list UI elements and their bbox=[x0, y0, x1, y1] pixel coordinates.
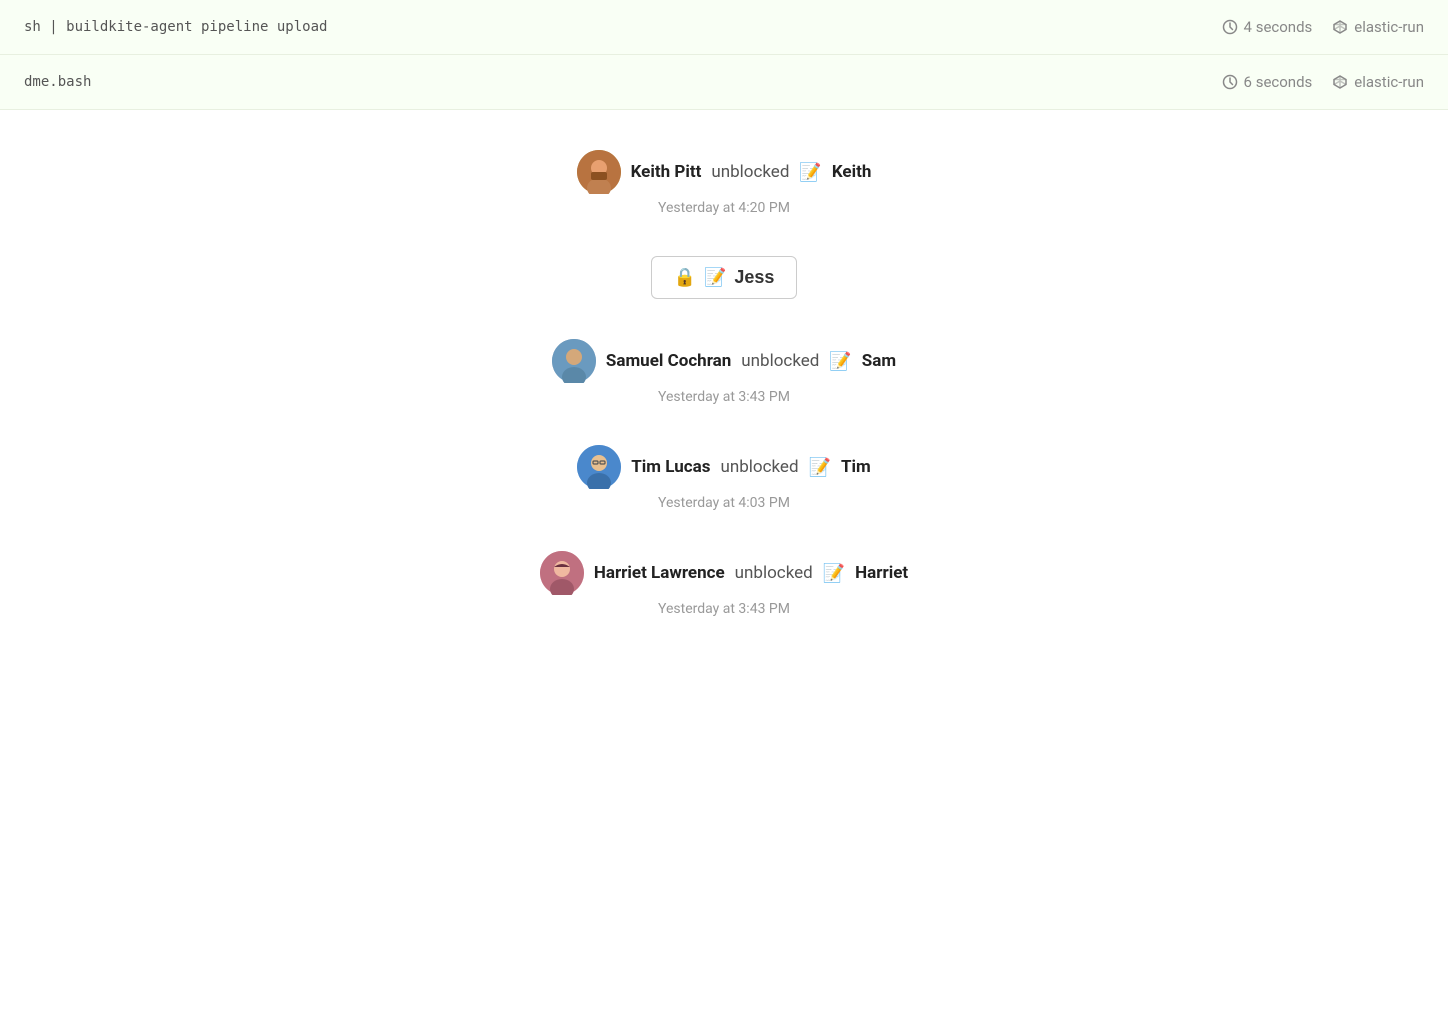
blocked-step-button[interactable]: 🔒 📝 Jess bbox=[651, 256, 798, 299]
blocked-step-label: Jess bbox=[734, 267, 774, 288]
duration-info-2: 6 seconds bbox=[1222, 73, 1313, 91]
step-emoji-3: 📝 bbox=[809, 457, 831, 478]
event-main-4: Harriet Lawrence unblocked 📝 Harriet bbox=[540, 551, 908, 595]
avatar-samuel bbox=[552, 339, 596, 383]
lock-icon: 🔒 bbox=[674, 267, 696, 288]
event-time-3: Yesterday at 4:03 PM bbox=[658, 495, 790, 511]
duration-info-1: 4 seconds bbox=[1222, 18, 1313, 36]
clock-icon-2 bbox=[1222, 74, 1238, 90]
pipeline-row-2: dme.bash 6 seconds elastic-run bbox=[0, 55, 1448, 110]
event-item-1: Keith Pitt unblocked 📝 Keith Yesterday a… bbox=[577, 150, 872, 216]
avatar-tim bbox=[577, 445, 621, 489]
action-text-1: unblocked bbox=[711, 162, 789, 182]
action-text-3: unblocked bbox=[720, 457, 798, 477]
agent-info-2: elastic-run bbox=[1332, 73, 1424, 91]
agent-text-1: elastic-run bbox=[1354, 18, 1424, 36]
pipeline-command-1: sh | buildkite-agent pipeline upload bbox=[24, 19, 327, 35]
pipeline-row-1: sh | buildkite-agent pipeline upload 4 s… bbox=[0, 0, 1448, 55]
agent-info-1: elastic-run bbox=[1332, 18, 1424, 36]
pipeline-meta-2: 6 seconds elastic-run bbox=[1222, 73, 1424, 91]
action-text-4: unblocked bbox=[735, 563, 813, 583]
step-name-4: Harriet bbox=[855, 563, 908, 583]
avatar-harriet bbox=[540, 551, 584, 595]
agent-text-2: elastic-run bbox=[1354, 73, 1424, 91]
event-item-2: Samuel Cochran unblocked 📝 Sam Yesterday… bbox=[552, 339, 896, 405]
cube-icon-1 bbox=[1332, 19, 1348, 35]
duration-text-1: 4 seconds bbox=[1244, 18, 1313, 36]
command-text-2: dme.bash bbox=[24, 74, 91, 90]
step-emoji-4: 📝 bbox=[823, 563, 845, 584]
actor-name-4: Harriet Lawrence bbox=[594, 563, 725, 583]
event-main-3: Tim Lucas unblocked 📝 Tim bbox=[577, 445, 870, 489]
step-name-1: Keith bbox=[832, 162, 872, 182]
actor-name-3: Tim Lucas bbox=[631, 457, 710, 477]
event-time-4: Yesterday at 3:43 PM bbox=[658, 601, 790, 617]
event-time-2: Yesterday at 3:43 PM bbox=[658, 389, 790, 405]
step-emoji-1: 📝 bbox=[799, 162, 821, 183]
event-item-4: Harriet Lawrence unblocked 📝 Harriet Yes… bbox=[540, 551, 908, 617]
events-section: Keith Pitt unblocked 📝 Keith Yesterday a… bbox=[0, 110, 1448, 657]
step-emoji-2: 📝 bbox=[829, 351, 851, 372]
cube-icon-2 bbox=[1332, 74, 1348, 90]
step-name-2: Sam bbox=[862, 351, 896, 371]
pipeline-command-2: dme.bash bbox=[24, 74, 91, 90]
duration-text-2: 6 seconds bbox=[1244, 73, 1313, 91]
actor-name-1: Keith Pitt bbox=[631, 162, 702, 182]
clock-icon-1 bbox=[1222, 19, 1238, 35]
event-item-3: Tim Lucas unblocked 📝 Tim Yesterday at 4… bbox=[577, 445, 870, 511]
event-main-1: Keith Pitt unblocked 📝 Keith bbox=[577, 150, 872, 194]
pipeline-meta-1: 4 seconds elastic-run bbox=[1222, 18, 1424, 36]
command-text-1: sh | buildkite-agent pipeline upload bbox=[24, 19, 327, 35]
step-name-3: Tim bbox=[841, 457, 871, 477]
action-text-2: unblocked bbox=[741, 351, 819, 371]
blocked-step-container: 🔒 📝 Jess bbox=[651, 256, 798, 299]
avatar-keith bbox=[577, 150, 621, 194]
event-main-2: Samuel Cochran unblocked 📝 Sam bbox=[552, 339, 896, 383]
event-time-1: Yesterday at 4:20 PM bbox=[658, 200, 790, 216]
blocked-memo-icon: 📝 bbox=[704, 267, 726, 288]
actor-name-2: Samuel Cochran bbox=[606, 351, 731, 371]
